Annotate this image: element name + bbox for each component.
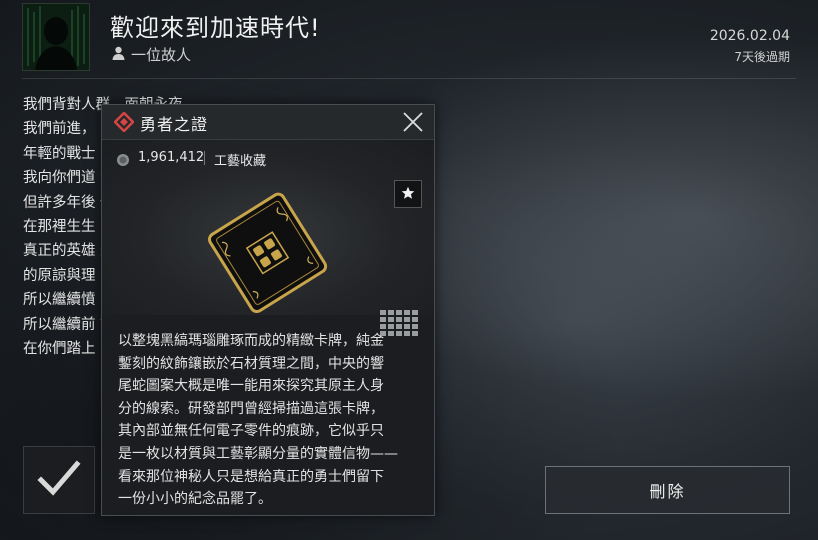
description-line: 鏨刻的紋飾鑲嵌於石材質理之間，中央的響 [118,355,384,372]
item-description: 以整塊黑縞瑪瑙雕琢而成的精緻卡牌，純金 鏨刻的紋飾鑲嵌於石材質理之間，中央的響 … [118,330,420,511]
description-line: 其內部並無任何電子零件的痕跡，它似乎只 [118,423,384,440]
sender-row: 一位故人 [112,44,191,65]
mail-expiry: 7天後過期 [734,50,790,64]
coin-icon [116,152,130,166]
star-icon [401,185,415,204]
delete-button[interactable]: 刪除 [545,466,790,514]
mail-date: 2026.02.04 [709,28,790,44]
description-line: 看來那位神秘人只是想給真正的勇士們留下 [118,468,384,485]
sender-name: 一位故人 [131,46,192,64]
item-preview: 1,961,412 工藝收藏 [102,140,434,336]
checkmark-icon [37,458,81,502]
card-artwork [207,192,328,314]
attachment-slot[interactable] [23,446,95,514]
item-price: 1,961,412 [138,150,205,165]
item-detail-popup: 勇者之證 1,961,412 工藝收藏 以整塊黑縞瑪瑙雕琢而成的精緻卡牌，純金 … [101,104,435,516]
close-icon[interactable] [402,111,424,133]
description-line: 分的線索。研發部門曾經掃描過這張卡牌， [118,400,384,417]
sender-avatar [22,3,90,71]
description-line: 一份小小的紀念品罷了。 [118,491,272,508]
favorite-button[interactable] [394,180,422,208]
description-line: 是一枚以材質與工藝彰顯分量的實體信物—— [118,445,398,462]
game-logo-icon [113,111,135,133]
mail-title: 歡迎來到加速時代! [110,14,321,42]
popup-header: 勇者之證 [102,105,434,140]
popup-title: 勇者之證 [140,115,209,134]
header-divider [22,78,796,79]
item-category: 工藝收藏 [214,154,267,169]
price-separator [204,151,205,165]
description-line: 尾蛇圖案大概是唯一能用來探究其原主人身 [118,378,384,395]
description-line: 以整塊黑縞瑪瑙雕琢而成的精緻卡牌，純金 [118,333,384,349]
person-icon [112,46,125,64]
